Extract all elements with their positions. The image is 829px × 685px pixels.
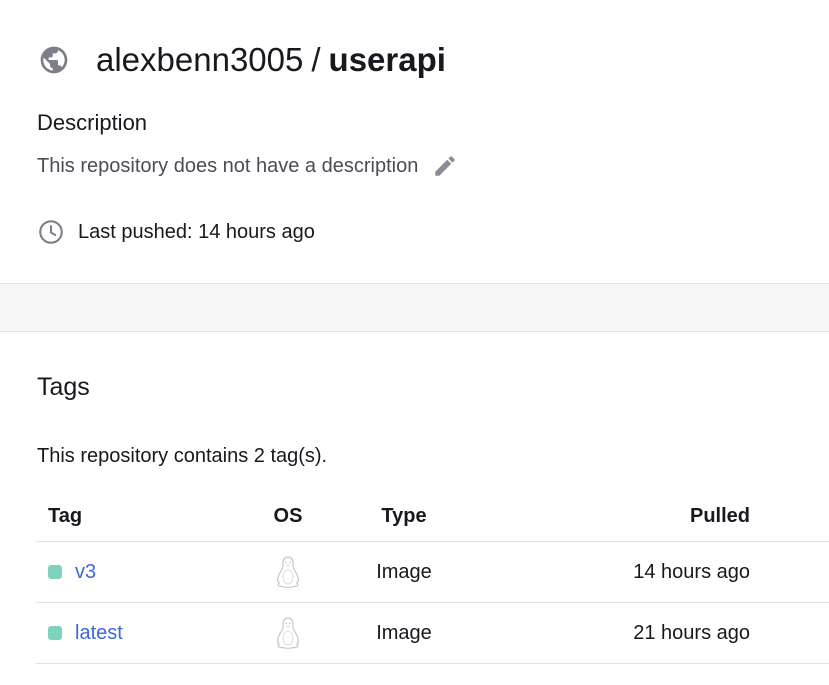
tags-table: Tag OS Type Pulled v3 Image 14 hours ago xyxy=(36,492,829,664)
tag-pulled-time: 21 hours ago xyxy=(633,621,750,644)
column-header-type: Type xyxy=(381,505,427,527)
last-pushed-row: Last pushed: 14 hours ago xyxy=(37,218,315,246)
column-header-os: OS xyxy=(273,505,303,527)
last-pushed-text: Last pushed: 14 hours ago xyxy=(78,221,315,243)
repo-header: alexbenn3005 / userapi xyxy=(38,38,446,82)
column-header-pulled: Pulled xyxy=(689,505,750,527)
repo-title: alexbenn3005 / userapi xyxy=(96,38,446,82)
globe-icon xyxy=(40,46,68,74)
tag-status-dot xyxy=(48,626,62,640)
tag-type: Image xyxy=(376,560,432,583)
clock-icon xyxy=(39,220,63,244)
tags-section: Tags This repository contains 2 tag(s). … xyxy=(0,332,829,684)
description-text: This repository does not have a descript… xyxy=(37,155,419,177)
repo-overview: alexbenn3005 / userapi Description This … xyxy=(0,0,829,284)
tag-pulled-time: 14 hours ago xyxy=(633,560,750,583)
tag-type: Image xyxy=(376,621,432,644)
tag-link-latest[interactable]: latest xyxy=(75,622,123,645)
tags-count-text: This repository contains 2 tag(s). xyxy=(37,445,328,467)
tags-heading: Tags xyxy=(37,373,90,401)
table-row: v3 Image 14 hours ago xyxy=(36,542,829,603)
description-heading: Description xyxy=(37,110,148,135)
tag-link-v3[interactable]: v3 xyxy=(75,561,96,584)
section-divider-band xyxy=(0,284,829,332)
table-header-row: Tag OS Type Pulled xyxy=(36,492,829,542)
repo-name: userapi xyxy=(328,41,446,78)
repo-namespace[interactable]: alexbenn3005 xyxy=(96,38,303,82)
tag-status-dot xyxy=(48,565,62,579)
table-row: latest Image 21 hours ago xyxy=(36,603,829,664)
repo-separator: / xyxy=(311,41,321,78)
column-header-tag: Tag xyxy=(48,505,83,527)
linux-icon xyxy=(277,617,299,649)
description-row: This repository does not have a descript… xyxy=(37,152,458,180)
linux-icon xyxy=(277,556,299,588)
pencil-icon[interactable] xyxy=(432,153,458,179)
